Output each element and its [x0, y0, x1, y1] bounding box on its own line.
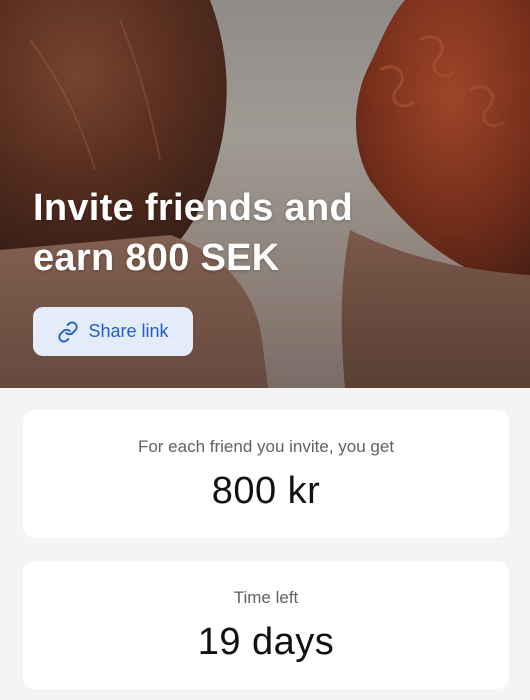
- time-left-value: 19 days: [197, 621, 335, 663]
- link-icon: [57, 320, 79, 343]
- time-left-caption: Time left: [233, 588, 299, 607]
- reward-caption: For each friend you invite, you get: [137, 437, 395, 456]
- share-link-button[interactable]: Share link: [33, 307, 193, 356]
- time-left-card: Time left 19 days: [23, 561, 509, 689]
- hero-title-line-1: Invite friends and: [33, 187, 354, 229]
- reward-card: For each friend you invite, you get 800 …: [23, 410, 509, 538]
- reward-amount: 800 kr: [211, 470, 321, 512]
- hero-title-line-2: earn 800 SEK: [33, 237, 280, 279]
- share-link-label: Share link: [88, 321, 169, 341]
- hero-title: Invite friends and earn 800 SEK: [33, 183, 473, 283]
- hero-banner: Invite friends and earn 800 SEK Share li…: [0, 0, 530, 388]
